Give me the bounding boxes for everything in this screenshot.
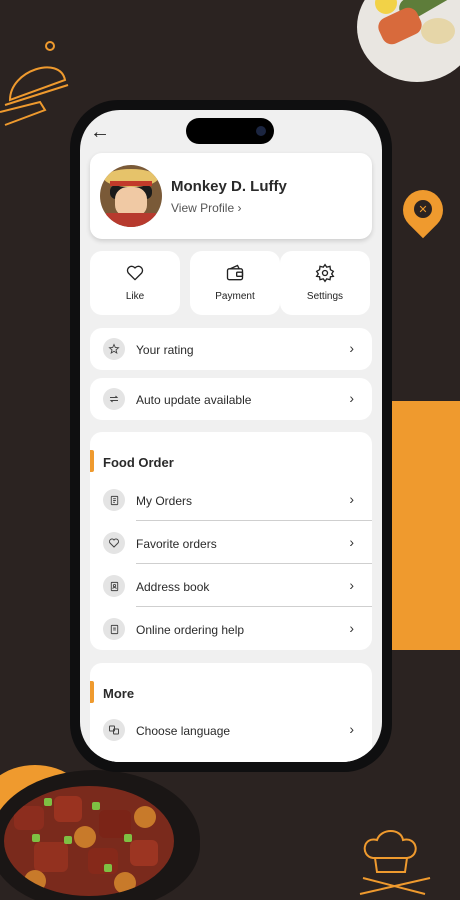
phone-screen: ← Monkey D. Luffy View Profile › Like Pa…: [80, 110, 382, 762]
payment-label: Payment: [215, 291, 255, 302]
fork-knife-icon: ✕: [414, 200, 432, 218]
more-title: More: [103, 686, 135, 701]
gear-icon: [315, 263, 335, 283]
payment-button[interactable]: Payment: [190, 251, 280, 315]
chevron-right-icon: ›: [349, 577, 354, 593]
food-order-title: Food Order: [103, 455, 174, 470]
star-icon: [103, 338, 125, 360]
cloche-icon: [0, 41, 69, 126]
avatar: [100, 165, 162, 227]
your-rating-label: Your rating: [136, 343, 194, 357]
settings-button[interactable]: Settings: [280, 251, 370, 315]
favorite-orders-label: Favorite orders: [136, 537, 217, 551]
braised-pork-pot-image: [0, 770, 200, 900]
chef-hat-icon: [359, 830, 431, 895]
repeat-icon: [103, 388, 125, 410]
back-arrow-icon[interactable]: ←: [90, 122, 114, 142]
auto-update-label: Auto update available: [136, 393, 252, 407]
section-accent-bar: [90, 450, 94, 472]
orange-decor-block: [391, 401, 460, 650]
address-book-icon: [103, 575, 125, 597]
dynamic-island: [186, 118, 274, 144]
chevron-right-icon: ›: [349, 390, 354, 406]
heart-icon: [126, 265, 144, 281]
my-orders-row[interactable]: My Orders ›: [90, 478, 372, 521]
more-section: More Choose language ›: [90, 663, 372, 762]
orders-icon: [103, 489, 125, 511]
favorite-orders-row[interactable]: Favorite orders ›: [90, 521, 372, 564]
your-rating-row[interactable]: Your rating ›: [90, 328, 372, 370]
chevron-right-icon: ›: [349, 491, 354, 507]
online-ordering-help-row[interactable]: Online ordering help ›: [90, 607, 372, 650]
food-order-section: Food Order My Orders › Favorite orders ›…: [90, 432, 372, 650]
heart-icon: [103, 532, 125, 554]
address-book-row[interactable]: Address book ›: [90, 564, 372, 607]
section-accent-bar: [90, 681, 94, 703]
profile-name: Monkey D. Luffy: [171, 178, 287, 195]
settings-label: Settings: [306, 291, 344, 302]
address-book-label: Address book: [136, 580, 210, 594]
choose-language-label: Choose language: [136, 724, 231, 738]
chevron-right-icon: ›: [349, 721, 354, 737]
wallet-icon: [226, 264, 244, 281]
chevron-right-icon: ›: [349, 620, 354, 636]
online-ordering-help-label: Online ordering help: [136, 623, 245, 637]
salmon-plate-image: [357, 0, 460, 82]
my-orders-label: My Orders: [136, 494, 193, 508]
like-button[interactable]: Like: [90, 251, 180, 315]
language-icon: [103, 719, 125, 741]
like-label: Like: [125, 291, 145, 302]
profile-card[interactable]: Monkey D. Luffy View Profile ›: [90, 153, 372, 239]
chevron-right-icon: ›: [349, 340, 354, 356]
choose-language-row[interactable]: Choose language ›: [90, 708, 372, 751]
chevron-right-icon: ›: [349, 534, 354, 550]
view-profile-link[interactable]: View Profile ›: [171, 201, 241, 215]
help-document-icon: [103, 618, 125, 640]
auto-update-row[interactable]: Auto update available ›: [90, 378, 372, 420]
